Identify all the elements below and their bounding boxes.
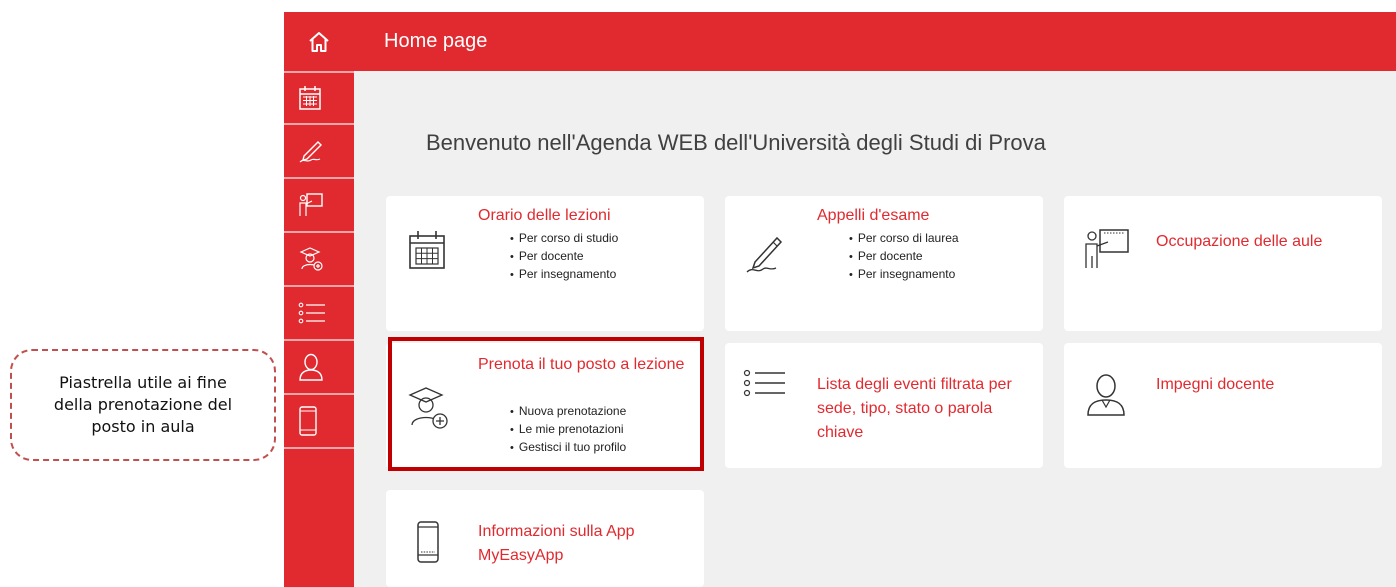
sidebar-item-app[interactable] bbox=[284, 395, 354, 449]
tile-title: Impegni docente bbox=[1156, 376, 1275, 393]
teacher-board-icon bbox=[299, 193, 323, 216]
tile-info-app[interactable]: Informazioni sulla App MyEasyApp bbox=[386, 490, 704, 587]
tile-title: Orario delle lezioni bbox=[478, 207, 611, 224]
page-title: Home page bbox=[384, 30, 488, 52]
tile-link[interactable]: Per docente bbox=[849, 248, 959, 266]
tile-title: Occupazione delle aule bbox=[1156, 233, 1323, 250]
tile-orario-lezioni[interactable]: Orario delle lezioni Per corso di studio… bbox=[386, 196, 704, 331]
annotation-callout-text: Piastrella utile ai fine della prenotazi… bbox=[53, 373, 233, 436]
person-icon bbox=[299, 353, 323, 381]
list-icon bbox=[743, 369, 785, 397]
sidebar-item-lista[interactable] bbox=[284, 287, 354, 341]
tile-impegni-docente[interactable]: Impegni docente bbox=[1064, 343, 1382, 468]
tile-title: Appelli d'esame bbox=[817, 207, 930, 224]
tile-link[interactable]: Per docente bbox=[510, 248, 618, 266]
calendar-icon bbox=[409, 231, 445, 269]
mobile-icon bbox=[299, 406, 317, 436]
signature-icon bbox=[299, 141, 322, 163]
highlight-box bbox=[388, 337, 704, 471]
tile-link[interactable]: Per corso di laurea bbox=[849, 230, 959, 248]
screenshot-stage: Piastrella utile ai fine della prenotazi… bbox=[0, 0, 1396, 587]
tile-link[interactable]: Per corso di studio bbox=[510, 230, 618, 248]
annotation-callout: Piastrella utile ai fine della prenotazi… bbox=[10, 349, 276, 461]
top-bar: Home page bbox=[284, 12, 1396, 71]
signature-icon bbox=[746, 236, 783, 273]
sidebar-item-impegni[interactable] bbox=[284, 341, 354, 395]
sidebar bbox=[284, 71, 354, 587]
tile-links: Per corso di laurea Per docente Per inse… bbox=[849, 230, 959, 284]
sidebar-item-aule[interactable] bbox=[284, 179, 354, 233]
person-icon bbox=[1087, 374, 1125, 416]
tile-title: Lista degli eventi filtrata per sede, ti… bbox=[817, 376, 1012, 441]
tile-link[interactable]: Per insegnamento bbox=[510, 266, 618, 284]
sidebar-item-prenota[interactable] bbox=[284, 233, 354, 287]
sidebar-item-orario[interactable] bbox=[284, 71, 354, 125]
student-add-icon bbox=[299, 247, 323, 271]
teacher-board-icon bbox=[1085, 229, 1129, 268]
tile-lista-eventi[interactable]: Lista degli eventi filtrata per sede, ti… bbox=[725, 343, 1043, 468]
tile-links: Per corso di studio Per docente Per inse… bbox=[510, 230, 618, 284]
home-icon bbox=[309, 31, 329, 52]
list-icon bbox=[298, 302, 325, 324]
welcome-heading: Benvenuto nell'Agenda WEB dell'Universit… bbox=[426, 130, 1046, 155]
mobile-icon bbox=[417, 521, 439, 563]
tile-occupazione-aule[interactable]: Occupazione delle aule bbox=[1064, 196, 1382, 331]
calendar-icon bbox=[299, 86, 321, 110]
tile-title: Informazioni sulla App MyEasyApp bbox=[478, 523, 635, 564]
home-button[interactable] bbox=[284, 12, 354, 71]
tile-link[interactable]: Per insegnamento bbox=[849, 266, 959, 284]
tile-appelli-esame[interactable]: Appelli d'esame Per corso di laurea Per … bbox=[725, 196, 1043, 331]
app-window: Home page Benvenuto nell'Agenda WEB dell… bbox=[284, 12, 1396, 587]
sidebar-item-appelli[interactable] bbox=[284, 125, 354, 179]
